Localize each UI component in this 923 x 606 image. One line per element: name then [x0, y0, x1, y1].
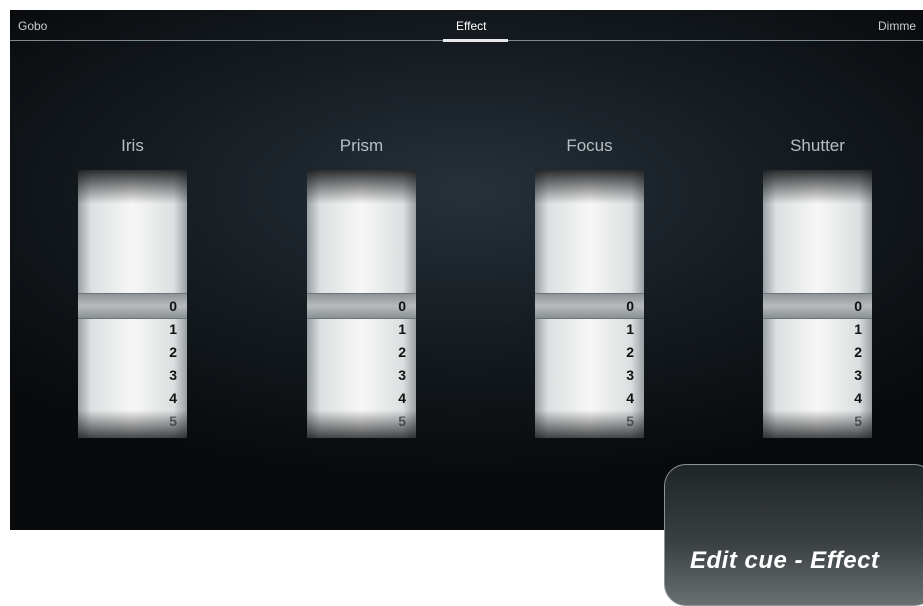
picker-value[interactable]: 1	[307, 317, 416, 341]
picker-value[interactable]: 5	[763, 409, 872, 433]
picker-value[interactable]: 0	[535, 294, 644, 318]
edit-cue-panel	[664, 464, 923, 606]
picker-value[interactable]: 0	[78, 294, 187, 318]
picker-value[interactable]: 2	[307, 340, 416, 364]
tab-bar: Gobo Effect Dimme	[10, 10, 923, 42]
picker-value[interactable]: 5	[307, 409, 416, 433]
edit-cue-title: Edit cue - Effect	[690, 547, 880, 574]
picker-value[interactable]: 1	[763, 317, 872, 341]
picker-value[interactable]: 4	[535, 386, 644, 410]
picker-value[interactable]: 3	[307, 363, 416, 387]
focus-label: Focus	[566, 136, 613, 155]
picker-value[interactable]: 0	[307, 294, 416, 318]
picker-value[interactable]: 3	[535, 363, 644, 387]
iris-picker[interactable]: 0 1 2 3 4 5	[78, 170, 187, 438]
picker-blank-area	[78, 170, 187, 290]
tab-effect[interactable]: Effect	[456, 19, 486, 33]
picker-value[interactable]: 5	[78, 409, 187, 433]
picker-value[interactable]: 2	[78, 340, 187, 364]
effect-screen: Gobo Effect Dimme Iris 0 1 2 3 4 5 Prism…	[10, 10, 923, 530]
picker-value[interactable]: 4	[763, 386, 872, 410]
picker-value[interactable]: 5	[535, 409, 644, 433]
prism-picker[interactable]: 0 1 2 3 4 5	[307, 170, 416, 438]
iris-label: Iris	[121, 136, 144, 155]
tab-gobo[interactable]: Gobo	[18, 19, 47, 33]
picker-value[interactable]: 4	[78, 386, 187, 410]
active-tab-indicator	[443, 39, 508, 42]
picker-blank-area	[307, 170, 416, 290]
picker-value[interactable]: 3	[763, 363, 872, 387]
picker-value[interactable]: 3	[78, 363, 187, 387]
picker-blank-area	[535, 170, 644, 290]
shutter-picker[interactable]: 0 1 2 3 4 5	[763, 170, 872, 438]
picker-value[interactable]: 2	[763, 340, 872, 364]
tab-dimmer[interactable]: Dimme	[878, 19, 916, 33]
picker-value[interactable]: 0	[763, 294, 872, 318]
picker-value[interactable]: 1	[78, 317, 187, 341]
picker-value[interactable]: 1	[535, 317, 644, 341]
picker-value[interactable]: 4	[307, 386, 416, 410]
focus-picker[interactable]: 0 1 2 3 4 5	[535, 170, 644, 438]
picker-blank-area	[763, 170, 872, 290]
prism-label: Prism	[339, 136, 384, 155]
picker-value[interactable]: 2	[535, 340, 644, 364]
shutter-label: Shutter	[790, 136, 845, 155]
